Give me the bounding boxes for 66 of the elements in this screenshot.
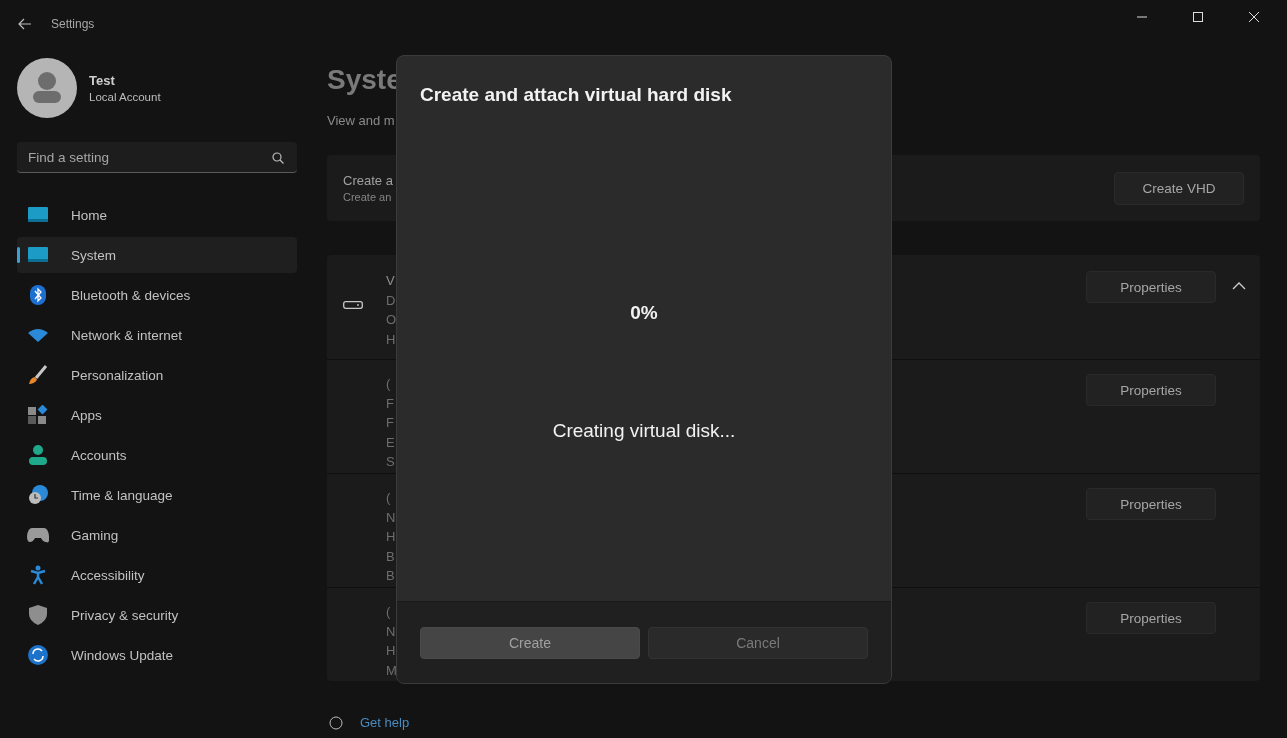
bluetooth-icon — [30, 285, 46, 305]
properties-button[interactable]: Properties — [1086, 488, 1216, 520]
disk-detail-text: S — [386, 453, 395, 471]
disk-detail-text: V — [386, 272, 396, 290]
chevron-up-icon[interactable] — [1232, 281, 1246, 291]
disk-detail-text: F — [386, 414, 395, 432]
help-link[interactable]: Get help — [360, 715, 410, 730]
nav-item[interactable]: System — [17, 237, 297, 273]
monitor-icon — [28, 207, 48, 223]
disk-detail-text: N — [386, 622, 397, 641]
wifi-icon — [28, 328, 48, 342]
shield-icon — [29, 605, 47, 625]
status-text: Creating virtual disk... — [551, 420, 737, 442]
nav-item[interactable]: Apps — [17, 397, 297, 433]
nav-item[interactable]: Windows Update — [17, 637, 297, 673]
user-name: Test — [89, 73, 116, 88]
disk-detail-text: B — [386, 567, 396, 585]
monitor-icon — [28, 247, 48, 263]
page-subtitle: View and m — [327, 113, 396, 128]
account-type: Local Account — [89, 91, 161, 103]
properties-button[interactable]: Properties — [1086, 602, 1216, 634]
disk-detail-text: B — [386, 547, 396, 566]
drive-icon — [343, 301, 363, 309]
nav-item[interactable]: Privacy & security — [17, 597, 297, 633]
nav-item[interactable]: Accessibility — [17, 557, 297, 593]
window-title: Settings — [51, 17, 95, 31]
globe-clock-icon — [28, 485, 48, 505]
person-icon — [29, 445, 47, 465]
properties-button[interactable]: Properties — [1086, 271, 1216, 303]
disk-detail-text: E — [386, 433, 395, 452]
nav-item[interactable]: Time & language — [17, 477, 297, 513]
disk-detail-text: H — [386, 642, 397, 660]
nav-item[interactable]: Home — [17, 197, 297, 233]
maximize-icon[interactable] — [1193, 12, 1203, 22]
card-title: Create a — [343, 173, 393, 188]
disk-detail-text: ( — [386, 603, 392, 621]
back-arrow-icon[interactable] — [18, 17, 32, 31]
search-field[interactable]: Find a setting — [17, 142, 297, 173]
progress-percent: 0% — [629, 302, 659, 324]
paintbrush-icon — [28, 365, 48, 385]
properties-button[interactable]: Properties — [1086, 374, 1216, 406]
sync-icon — [28, 645, 48, 665]
create-vhd-button[interactable]: Create VHD — [1114, 171, 1244, 205]
card-description: Create an — [343, 191, 393, 203]
gamepad-icon — [27, 527, 49, 543]
help-icon — [329, 715, 343, 730]
close-icon[interactable] — [1249, 12, 1259, 22]
disk-detail-text: M — [386, 661, 397, 680]
disk-detail-text: F — [386, 394, 395, 413]
disk-detail-text: N — [386, 508, 396, 527]
disk-detail-text: H — [386, 330, 397, 349]
disk-detail-text: ( — [386, 375, 392, 393]
search-icon — [272, 152, 284, 164]
apps-icon — [28, 405, 48, 425]
nav-item[interactable]: Gaming — [17, 517, 297, 553]
disk-detail-text: O — [386, 311, 397, 329]
nav-item[interactable]: Personalization — [17, 357, 297, 393]
dialog-title: Create and attach virtual hard disk — [420, 84, 733, 106]
nav-item[interactable]: Accounts — [17, 437, 297, 473]
accessibility-icon — [30, 565, 46, 585]
disk-detail-text: D — [386, 291, 397, 310]
nav-item[interactable]: Network & internet — [17, 317, 297, 353]
disk-detail-text: ( — [386, 489, 392, 507]
nav-item[interactable]: Bluetooth & devices — [17, 277, 297, 313]
avatar-icon — [17, 58, 77, 118]
disk-detail-text: H — [386, 528, 396, 546]
